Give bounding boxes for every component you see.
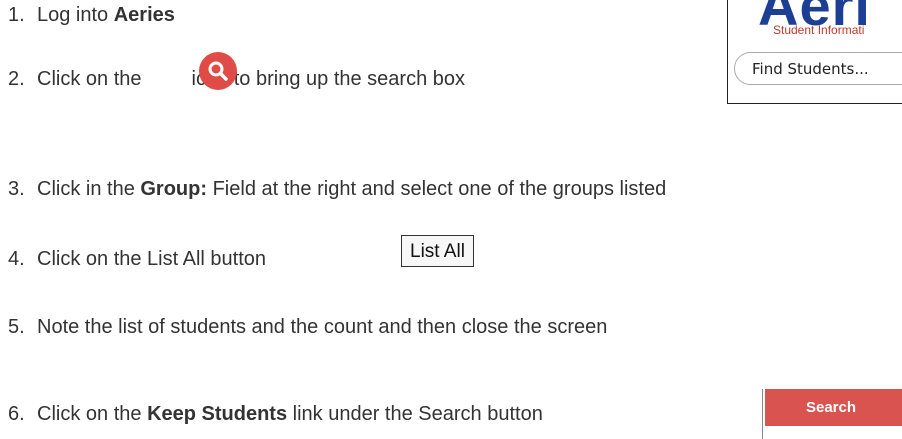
step-bold: Keep Students (147, 403, 288, 425)
list-all-button[interactable]: List All (401, 235, 474, 267)
aeries-screenshot: Aeri Student Informati Find Students... (727, 0, 902, 104)
step-6: 6. Click on the Keep Students link under … (8, 402, 543, 426)
step-number: 3. (8, 178, 25, 200)
search-button[interactable]: Search (765, 389, 902, 426)
aeries-subtitle: Student Informati (773, 23, 865, 37)
step-number: 2. (8, 68, 25, 90)
step-text: Click on the (37, 403, 148, 425)
step-text: Click on the List All button (37, 248, 267, 270)
step-3: 3. Click in the Group: Field at the right… (8, 177, 666, 201)
find-students-placeholder: Find Students... (752, 60, 869, 78)
find-students-input[interactable]: Find Students... (734, 52, 902, 85)
step-text: Note the list of students and the count … (37, 316, 608, 338)
step-number: 5. (8, 316, 25, 338)
step-bold: Aeries (113, 4, 175, 26)
step-text: Click on the (37, 68, 142, 90)
search-button-screenshot: Search (762, 379, 902, 439)
step-5: 5. Note the list of students and the coun… (8, 315, 607, 339)
search-button-label: Search (805, 399, 857, 416)
step-1: 1. Log into Aeries (8, 3, 175, 27)
step-text-after: Field at the right and select one of the… (207, 178, 667, 200)
step-number: 4. (8, 248, 25, 270)
step-4: 4. Click on the List All button (8, 247, 266, 271)
step-number: 1. (8, 4, 25, 26)
search-icon[interactable] (199, 52, 237, 90)
step-bold: Group: (140, 178, 208, 200)
step-number: 6. (8, 403, 25, 425)
crop-edge (762, 389, 763, 439)
step-text: Click in the (37, 178, 141, 200)
step-text-after: link under the Search button (287, 403, 543, 425)
step-text: Log into (37, 4, 114, 26)
